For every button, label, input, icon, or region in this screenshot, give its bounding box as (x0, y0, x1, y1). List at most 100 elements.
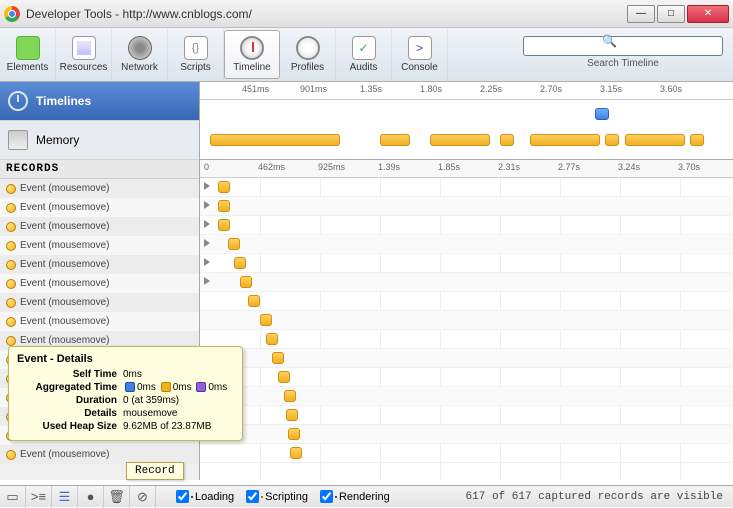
tab-scripts[interactable]: Scripts (168, 28, 224, 81)
timeline-row (200, 216, 733, 235)
tab-console[interactable]: Console (392, 28, 448, 81)
tab-label: Resources (60, 62, 108, 73)
main-toolbar: Elements Resources Network Scripts Timel… (0, 28, 733, 82)
tab-label: Elements (7, 62, 49, 73)
event-pill[interactable] (286, 409, 298, 421)
clear-button[interactable]: 🗑 (104, 486, 130, 508)
footer-bar: ▭ >≡ ☰ ● 🗑 ⊘ Loading Scripting Rendering… (0, 485, 733, 507)
timeline-row (200, 273, 733, 292)
timeline-row (200, 387, 733, 406)
event-pill[interactable] (218, 181, 230, 193)
timeline-row (200, 197, 733, 216)
dock-button[interactable]: ▭ (0, 486, 26, 508)
event-dot-icon (6, 222, 16, 232)
record-row[interactable]: Event (mousemove) (0, 217, 199, 236)
record-row[interactable]: Event (mousemove) (0, 198, 199, 217)
tab-timeline[interactable]: Timeline (224, 30, 280, 79)
event-pill[interactable] (284, 390, 296, 402)
overview-ruler: 451ms 901ms 1.35s 1.80s 2.25s 2.70s 3.15… (200, 82, 733, 100)
record-row[interactable]: Event (mousemove) (0, 236, 199, 255)
event-pill[interactable] (266, 333, 278, 345)
event-pill[interactable] (248, 295, 260, 307)
legend-loading[interactable]: Loading (176, 490, 234, 503)
record-label: Event (mousemove) (20, 316, 109, 327)
console-toggle-button[interactable]: >≡ (26, 486, 52, 508)
record-label: Event (mousemove) (20, 259, 109, 270)
record-row[interactable]: Event (mousemove) (0, 312, 199, 331)
timeline-row (200, 368, 733, 387)
expand-icon[interactable] (204, 277, 210, 285)
sidebar-item-timelines[interactable]: Timelines (0, 82, 199, 121)
event-pill[interactable] (272, 352, 284, 364)
event-details-tooltip: Event - Details Self Time0ms Aggregated … (8, 346, 243, 441)
event-pill[interactable] (218, 219, 230, 231)
record-button[interactable]: ● (78, 486, 104, 508)
tab-audits[interactable]: Audits (336, 28, 392, 81)
overview-row-2 (200, 132, 733, 152)
overview-pane[interactable]: 451ms 901ms 1.35s 1.80s 2.25s 2.70s 3.15… (200, 82, 733, 159)
minimize-button[interactable]: — (627, 5, 655, 23)
tab-label: Timeline (233, 62, 270, 73)
event-pill[interactable] (288, 428, 300, 440)
event-pill[interactable] (278, 371, 290, 383)
tab-elements[interactable]: Elements (0, 28, 56, 81)
expand-icon[interactable] (204, 258, 210, 266)
event-pill[interactable] (240, 276, 252, 288)
records-header: RECORDS (0, 160, 199, 179)
record-row[interactable]: Event (mousemove) (0, 293, 199, 312)
sidebar-item-memory[interactable]: Memory (0, 121, 199, 160)
legend-rendering[interactable]: Rendering (320, 490, 390, 503)
expand-icon[interactable] (204, 182, 210, 190)
timeline-row (200, 235, 733, 254)
chrome-icon (4, 6, 20, 22)
record-row[interactable]: Event (mousemove) (0, 179, 199, 198)
event-dot-icon (6, 260, 16, 270)
event-dot-icon (6, 336, 16, 346)
timeline-row (200, 349, 733, 368)
event-dot-icon (6, 298, 16, 308)
timeline-row (200, 254, 733, 273)
expand-icon[interactable] (204, 201, 210, 209)
maximize-button[interactable]: □ (657, 5, 685, 23)
record-tooltip: Record (126, 462, 184, 480)
tab-profiles[interactable]: Profiles (280, 28, 336, 81)
footer-status: 617 of 617 captured records are visible (466, 491, 723, 503)
timeline-row (200, 330, 733, 349)
tab-label: Console (401, 62, 438, 73)
event-pill[interactable] (218, 200, 230, 212)
tab-label: Scripts (180, 62, 211, 73)
event-pill[interactable] (228, 238, 240, 250)
record-row[interactable]: Event (mousemove) (0, 255, 199, 274)
expand-icon[interactable] (204, 239, 210, 247)
record-label: Event (mousemove) (20, 183, 109, 194)
search-input[interactable] (523, 36, 723, 56)
event-dot-icon (6, 241, 16, 251)
clock-icon (8, 91, 28, 111)
overview-row-1 (200, 106, 733, 126)
event-dot-icon (6, 279, 16, 289)
event-pill[interactable] (260, 314, 272, 326)
timeline-row (200, 406, 733, 425)
record-label: Event (mousemove) (20, 221, 109, 232)
window-titlebar: Developer Tools - http://www.cnblogs.com… (0, 0, 733, 28)
console-icon (408, 36, 432, 60)
memory-icon (8, 130, 28, 150)
event-pill[interactable] (234, 257, 246, 269)
tab-resources[interactable]: Resources (56, 28, 112, 81)
event-pill[interactable] (290, 447, 302, 459)
close-button[interactable]: ✕ (687, 5, 729, 23)
tab-network[interactable]: Network (112, 28, 168, 81)
audits-icon (352, 36, 376, 60)
grid-ruler: 0 462ms 925ms 1.39s 1.85s 2.31s 2.77s 3.… (200, 160, 733, 178)
scripts-icon (184, 36, 208, 60)
list-view-button[interactable]: ☰ (52, 486, 78, 508)
legend-scripting[interactable]: Scripting (246, 490, 308, 503)
event-dot-icon (6, 203, 16, 213)
filter-button[interactable]: ⊘ (130, 486, 156, 508)
timeline-grid[interactable]: 0 462ms 925ms 1.39s 1.85s 2.31s 2.77s 3.… (200, 160, 733, 480)
record-row[interactable]: Event (mousemove) (0, 274, 199, 293)
expand-icon[interactable] (204, 220, 210, 228)
sidebar-item-label: Timelines (36, 94, 91, 108)
legend: Loading Scripting Rendering (176, 490, 390, 503)
window-title: Developer Tools - http://www.cnblogs.com… (26, 7, 627, 21)
